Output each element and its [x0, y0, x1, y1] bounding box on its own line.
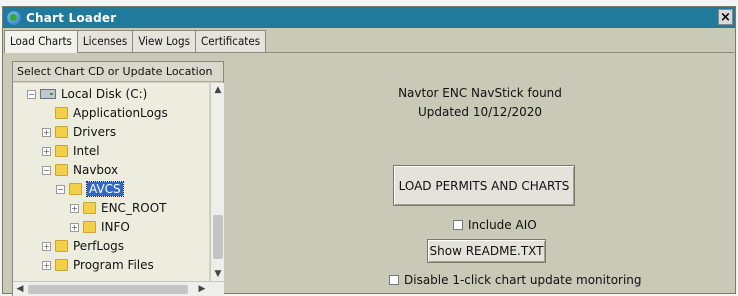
tab-load-charts[interactable]: Load Charts	[4, 30, 78, 53]
tree-item-program-files[interactable]: + Program Files	[42, 256, 154, 274]
tree-item-label: Local Disk (C:)	[61, 87, 148, 101]
horizontal-scrollbar[interactable]: ◀ ▶	[13, 281, 224, 296]
chart-loader-window: Chart Loader × Load Charts Licenses View…	[2, 6, 736, 296]
panel-header: Select Chart CD or Update Location	[13, 62, 223, 82]
tree-item-info[interactable]: + INFO	[70, 218, 130, 236]
tree-item-label: ENC_ROOT	[101, 201, 167, 215]
tree-item-perflogs[interactable]: + PerfLogs	[42, 237, 124, 255]
tab-content: Select Chart CD or Update Location − Loc…	[4, 52, 734, 296]
scroll-left-icon[interactable]: ◀	[13, 282, 27, 296]
globe-icon	[7, 10, 21, 25]
collapse-icon[interactable]: −	[27, 89, 36, 99]
close-button[interactable]: ×	[718, 9, 733, 25]
load-permits-and-charts-button[interactable]: LOAD PERMITS AND CHARTS	[393, 165, 575, 206]
tab-certificates[interactable]: Certificates	[194, 30, 267, 52]
collapse-icon[interactable]: −	[42, 165, 51, 175]
tree-item-label: INFO	[101, 220, 130, 234]
folder-icon	[83, 202, 96, 214]
disable-monitoring-label: Disable 1-click chart update monitoring	[404, 273, 642, 287]
tab-licenses[interactable]: Licenses	[76, 30, 134, 52]
device-status-text: Navtor ENC NavStick found	[398, 86, 562, 100]
disk-icon	[40, 89, 56, 99]
chart-location-panel: Select Chart CD or Update Location − Loc…	[12, 61, 224, 296]
tree-item-label: ApplicationLogs	[73, 106, 168, 120]
expand-icon[interactable]: +	[42, 241, 51, 251]
tree-item-label: PerfLogs	[73, 239, 125, 253]
scroll-thumb-horizontal[interactable]	[28, 285, 188, 294]
expand-icon[interactable]: +	[70, 222, 79, 232]
disable-monitoring-option[interactable]: Disable 1-click chart update monitoring	[389, 273, 642, 287]
tree-item-avcs[interactable]: − AVCS	[56, 180, 124, 198]
tree-item-drivers[interactable]: + Drivers	[42, 123, 116, 141]
vertical-scrollbar[interactable]: ▲ ▼	[210, 83, 224, 281]
folder-icon	[55, 145, 68, 157]
tree-item-label: Drivers	[73, 125, 117, 139]
tab-view-logs[interactable]: View Logs	[132, 30, 196, 52]
expand-icon[interactable]: +	[42, 146, 51, 156]
disable-monitoring-checkbox[interactable]	[389, 275, 399, 285]
tree-item-label: Intel	[73, 144, 100, 158]
expand-icon[interactable]: +	[42, 127, 51, 137]
folder-icon	[55, 240, 68, 252]
folder-tree[interactable]: − Local Disk (C:) ApplicationLogs + Driv…	[13, 83, 209, 281]
window-title: Chart Loader	[26, 10, 117, 25]
tree-item-label: Navbox	[73, 163, 119, 177]
folder-icon	[69, 183, 82, 195]
folder-icon	[55, 164, 68, 176]
updated-date-text: Updated 10/12/2020	[417, 105, 543, 119]
tab-bar: Load Charts Licenses View Logs Certifica…	[4, 30, 267, 53]
folder-icon	[55, 107, 68, 119]
expand-icon[interactable]: +	[70, 203, 79, 213]
include-aio-option[interactable]: Include AIO	[453, 218, 537, 232]
tree-item-local-disk[interactable]: − Local Disk (C:)	[27, 85, 147, 103]
tree-item-navbox[interactable]: − Navbox	[42, 161, 118, 179]
expand-icon[interactable]: +	[42, 260, 51, 270]
tree-item-intel[interactable]: + Intel	[42, 142, 100, 160]
load-charts-panel: Navtor ENC NavStick found Updated 10/12/…	[226, 53, 734, 294]
scroll-down-icon[interactable]: ▼	[211, 267, 225, 281]
show-readme-button[interactable]: Show README.TXT	[427, 239, 546, 263]
folder-icon	[55, 126, 68, 138]
tree-item-label-selected: AVCS	[86, 181, 124, 197]
folder-icon	[83, 221, 96, 233]
collapse-icon[interactable]: −	[56, 184, 65, 194]
scroll-right-icon[interactable]: ▶	[195, 282, 209, 296]
tree-item-label: Program Files	[73, 258, 154, 272]
tree-item-applicationlogs[interactable]: ApplicationLogs	[55, 104, 168, 122]
include-aio-checkbox[interactable]	[453, 220, 463, 230]
scroll-up-icon[interactable]: ▲	[211, 83, 225, 97]
tree-item-enc-root[interactable]: + ENC_ROOT	[70, 199, 167, 217]
folder-icon	[55, 259, 68, 271]
scroll-thumb[interactable]	[213, 215, 223, 259]
title-bar[interactable]: Chart Loader ×	[3, 7, 735, 28]
include-aio-label: Include AIO	[468, 218, 537, 232]
